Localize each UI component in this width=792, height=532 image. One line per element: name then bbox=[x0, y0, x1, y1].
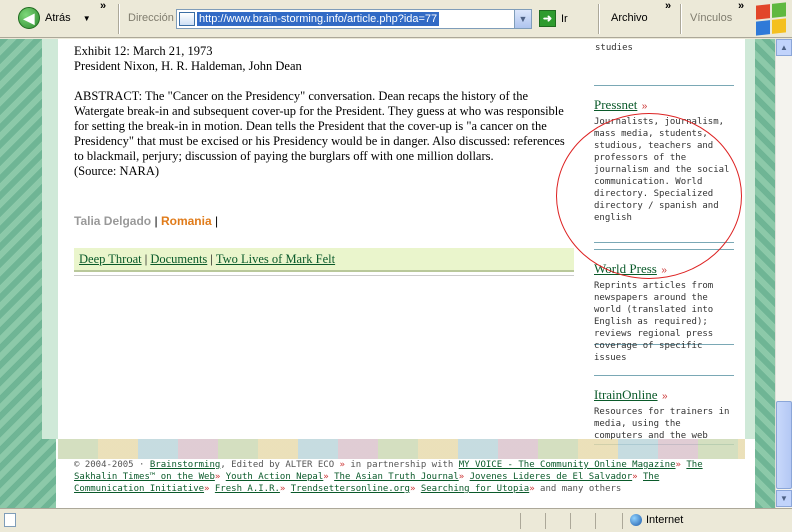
red-circle-annotation bbox=[556, 113, 742, 279]
footer-link-partner[interactable]: Trendsettersonline.org bbox=[291, 484, 410, 494]
status-divider bbox=[520, 513, 521, 529]
status-divider bbox=[570, 513, 571, 529]
toolbar-separator bbox=[680, 4, 682, 34]
scroll-up-button[interactable]: ▲ bbox=[776, 39, 792, 56]
sidebar-fragment: studies bbox=[595, 43, 633, 53]
back-button[interactable]: ◀ Atrás ▼ bbox=[18, 7, 91, 29]
footer: © 2004-2005 · Brainstorming, Edited by A… bbox=[58, 459, 745, 508]
abstract: ABSTRACT: The "Cancer on the Presidency"… bbox=[74, 89, 565, 163]
link-documents[interactable]: Documents bbox=[150, 252, 207, 266]
article: Exhibit 12: March 21, 1973 President Nix… bbox=[74, 44, 574, 179]
right-inner-border bbox=[745, 39, 755, 439]
back-dropdown-icon[interactable]: ▼ bbox=[83, 14, 91, 23]
separator: | bbox=[214, 214, 219, 228]
link-deep-throat[interactable]: Deep Throat bbox=[79, 252, 142, 266]
security-zone: Internet bbox=[630, 514, 683, 526]
arrow-icon: » bbox=[204, 484, 210, 494]
go-button[interactable]: ➜ Ir bbox=[539, 10, 568, 27]
left-inner-border bbox=[42, 39, 58, 439]
footer-link-brainstorming[interactable]: Brainstorming bbox=[150, 460, 220, 470]
arrow-icon: » bbox=[529, 484, 535, 494]
right-pattern-border bbox=[755, 39, 775, 508]
footer-link-partner[interactable]: Jovenes Lideres de El Salvador bbox=[470, 472, 633, 482]
globe-icon bbox=[630, 514, 642, 526]
status-divider bbox=[622, 513, 623, 529]
go-arrow-icon: ➜ bbox=[539, 10, 556, 27]
sidebar-link-pressnet[interactable]: Pressnet bbox=[594, 97, 637, 112]
arrow-icon: » bbox=[641, 101, 648, 112]
arrow-icon: » bbox=[279, 484, 286, 494]
separator: | bbox=[154, 214, 158, 228]
browser-toolbar: ◀ Atrás ▼ » Dirección http://www.brain-s… bbox=[0, 0, 792, 38]
sidebar-desc: Reprints articles from newspapers around… bbox=[594, 281, 714, 363]
address-url[interactable]: http://www.brain-storming.info/article.p… bbox=[197, 12, 440, 26]
footer-decorative-band bbox=[58, 439, 745, 459]
footer-link-partner[interactable]: The Asian Truth Journal bbox=[334, 472, 459, 482]
exhibit-title: Exhibit 12: March 21, 1973 bbox=[74, 44, 213, 58]
separator: | bbox=[210, 252, 213, 266]
menu-chevron-icon[interactable]: » bbox=[665, 0, 671, 12]
related-links-bar: Deep Throat | Documents | Two Lives of M… bbox=[74, 248, 574, 272]
toolbar-separator bbox=[598, 4, 600, 34]
arrow-icon: » bbox=[409, 484, 416, 494]
status-divider bbox=[545, 513, 546, 529]
author-line: Talia Delgado | Romania | bbox=[74, 214, 218, 228]
links-label[interactable]: Vínculos bbox=[690, 12, 732, 24]
edited-by: , Edited by ALTER ECO bbox=[220, 460, 335, 470]
link-two-lives[interactable]: Two Lives of Mark Felt bbox=[216, 252, 335, 266]
country-name: Romania bbox=[160, 214, 212, 228]
address-dropdown-icon[interactable]: ▼ bbox=[514, 10, 531, 28]
page-viewport: Exhibit 12: March 21, 1973 President Nix… bbox=[0, 39, 775, 508]
status-bar: Internet bbox=[0, 508, 792, 532]
zone-label: Internet bbox=[646, 514, 684, 526]
scroll-down-button[interactable]: ▼ bbox=[776, 490, 792, 507]
arrow-icon: » bbox=[632, 472, 638, 482]
windows-logo-icon bbox=[756, 2, 786, 36]
copyright: © 2004-2005 · bbox=[74, 460, 145, 470]
source: (Source: NARA) bbox=[74, 164, 160, 178]
sidebar-desc: Resources for trainers in media, using t… bbox=[594, 407, 730, 441]
arrow-icon: » bbox=[214, 472, 221, 482]
page-icon bbox=[179, 12, 195, 26]
status-divider bbox=[595, 513, 596, 529]
arrow-icon: » bbox=[458, 472, 465, 482]
author-name: Talia Delgado bbox=[74, 214, 152, 228]
scroll-thumb[interactable] bbox=[776, 401, 792, 489]
divider bbox=[74, 275, 574, 276]
document-icon bbox=[4, 513, 16, 527]
footer-link-partner[interactable]: MY VOICE - The Community Online Magazine bbox=[459, 460, 676, 470]
arrow-icon: » bbox=[339, 460, 345, 470]
toolbar-separator bbox=[118, 4, 120, 34]
sidebar-link-itrainonline[interactable]: ItrainOnline bbox=[594, 387, 658, 402]
file-menu[interactable]: Archivo bbox=[611, 12, 648, 24]
go-label: Ir bbox=[561, 12, 568, 25]
address-label: Dirección bbox=[128, 12, 174, 24]
footer-link-partner[interactable]: Fresh A.I.R. bbox=[215, 484, 280, 494]
back-arrow-icon: ◀ bbox=[18, 7, 40, 29]
arrow-icon: » bbox=[675, 460, 681, 470]
arrow-icon: » bbox=[662, 391, 668, 402]
vertical-scrollbar[interactable]: ▲ ▼ bbox=[775, 39, 792, 508]
footer-link-partner[interactable]: Youth Action Nepal bbox=[226, 472, 324, 482]
others-text: and many others bbox=[540, 484, 622, 494]
sidebar-item-itrainonline: ItrainOnline » Resources for trainers in… bbox=[594, 375, 734, 445]
address-bar[interactable]: http://www.brain-storming.info/article.p… bbox=[176, 9, 532, 29]
participants: President Nixon, H. R. Haldeman, John De… bbox=[74, 59, 302, 73]
back-label: Atrás bbox=[45, 12, 71, 24]
separator: | bbox=[144, 252, 148, 266]
toolbar-chevron-icon[interactable]: » bbox=[100, 0, 106, 12]
partnership-text: in partnership with bbox=[350, 460, 454, 470]
links-chevron-icon[interactable]: » bbox=[738, 0, 744, 12]
arrow-icon: » bbox=[323, 472, 329, 482]
footer-link-partner[interactable]: Searching for Utopia bbox=[421, 484, 529, 494]
